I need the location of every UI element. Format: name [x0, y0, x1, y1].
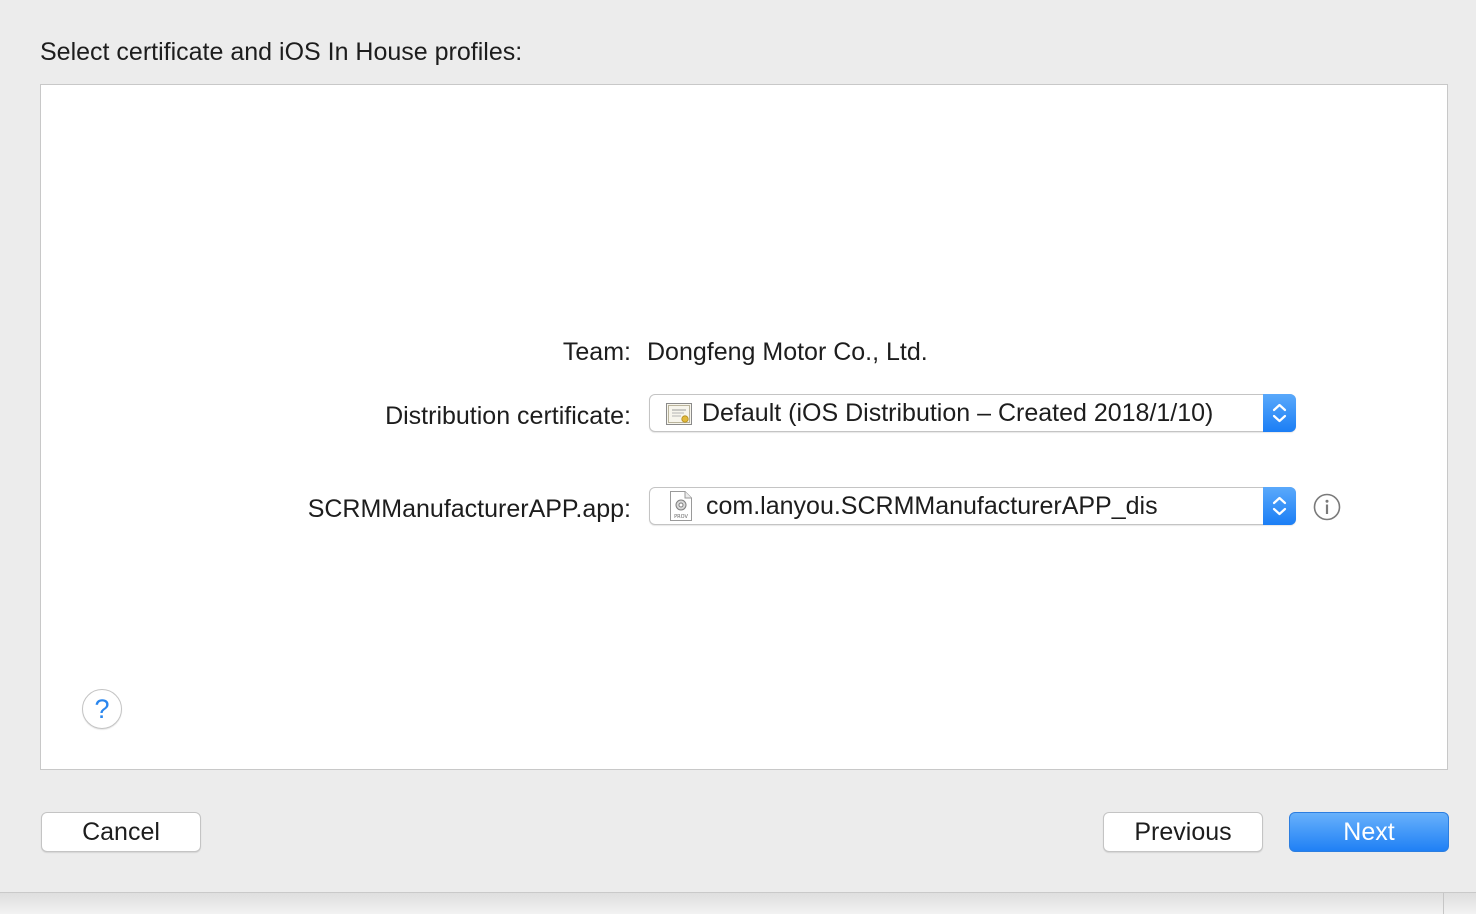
app-profile-value: com.lanyou.SCRMManufacturerAPP_dis [706, 492, 1158, 520]
distribution-certificate-label: Distribution certificate: [385, 402, 631, 430]
team-label: Team: [562, 338, 631, 366]
prov-caption: PROV [674, 514, 688, 520]
info-icon[interactable] [1313, 493, 1341, 521]
divider [1443, 893, 1444, 914]
app-profile-popup[interactable]: PROV com.lanyou.SCRMManufacturerAPP_dis [649, 487, 1296, 525]
help-button[interactable]: ? [82, 689, 122, 729]
provisioning-profile-icon: PROV [670, 491, 692, 521]
distribution-certificate-popup[interactable]: Default (iOS Distribution – Created 2018… [649, 394, 1296, 432]
cancel-button[interactable]: Cancel [41, 812, 201, 852]
chevron-up-down-icon [1263, 487, 1296, 525]
previous-button[interactable]: Previous [1103, 812, 1263, 852]
page-title: Select certificate and iOS In House prof… [40, 38, 523, 66]
app-profile-label: SCRMManufacturerAPP.app: [307, 495, 631, 523]
chevron-up-down-icon [1263, 394, 1296, 432]
team-value: Dongfeng Motor Co., Ltd. [647, 338, 928, 366]
next-button[interactable]: Next [1289, 812, 1449, 852]
export-sheet: Select certificate and iOS In House prof… [0, 0, 1476, 893]
window-backdrop [0, 893, 1476, 914]
distribution-certificate-value: Default (iOS Distribution – Created 2018… [702, 399, 1214, 427]
certificate-icon [666, 403, 692, 425]
